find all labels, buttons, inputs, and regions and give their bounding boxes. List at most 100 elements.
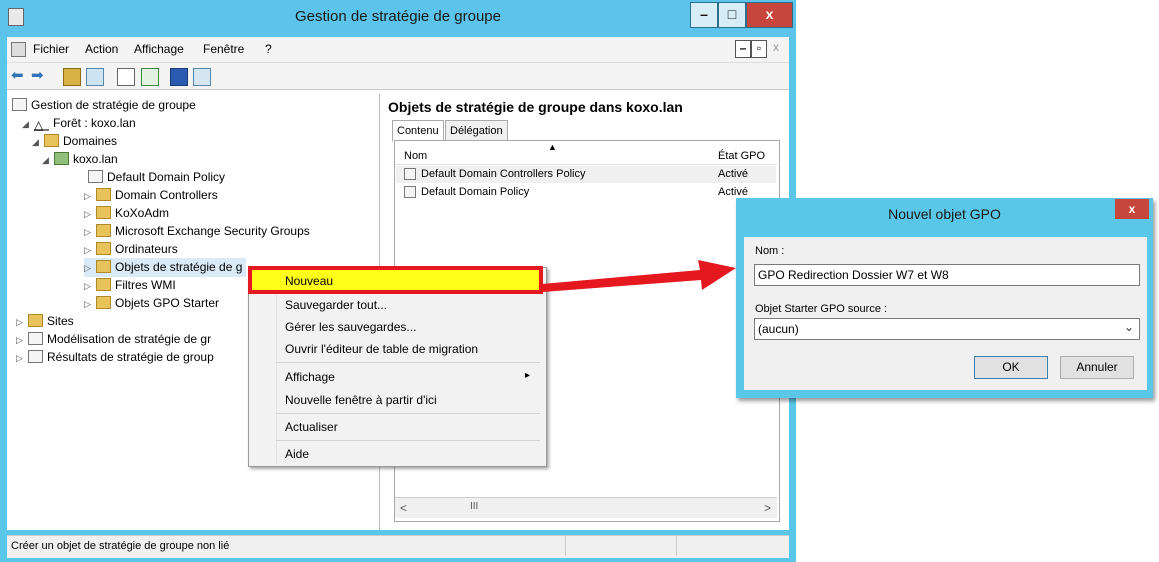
- menu-fichier[interactable]: Fichier: [33, 42, 69, 56]
- ou-folder-icon: [96, 224, 111, 237]
- gpo-icon: [404, 167, 416, 180]
- cancel-button[interactable]: Annuler: [1060, 356, 1134, 379]
- name-label: Nom :: [755, 245, 785, 257]
- expand-icon[interactable]: ▷: [84, 277, 96, 295]
- dialog-close-button[interactable]: x: [1115, 199, 1149, 219]
- tree-item-selected[interactable]: ▷ Objets de stratégie de g: [84, 258, 247, 277]
- tree-root[interactable]: Gestion de stratégie de groupe: [12, 96, 196, 114]
- scroll-right-button[interactable]: >: [764, 501, 771, 515]
- menu-action[interactable]: Action: [85, 42, 118, 56]
- forward-icon[interactable]: ➡: [31, 66, 44, 84]
- gpmc-icon: [12, 98, 27, 111]
- menu-fenetre[interactable]: Fenêtre: [203, 42, 244, 56]
- expand-icon[interactable]: ▷: [84, 259, 96, 277]
- close-button[interactable]: x: [746, 2, 793, 28]
- tab-delegation[interactable]: Délégation: [445, 120, 508, 142]
- tree-root-label: Gestion de stratégie de groupe: [31, 98, 196, 112]
- horizontal-scrollbar[interactable]: [395, 497, 777, 518]
- domains-icon: [44, 134, 59, 147]
- maximize-button[interactable]: □: [718, 2, 746, 28]
- tree-results-label: Résultats de stratégie de group: [47, 350, 214, 364]
- menu-affichage[interactable]: Affichage: [134, 42, 184, 56]
- expand-icon[interactable]: ▷: [84, 223, 96, 241]
- properties-icon[interactable]: [117, 68, 135, 86]
- tab-contenu[interactable]: Contenu: [392, 120, 444, 142]
- tree-item[interactable]: ▷ KoXoAdm: [84, 204, 169, 223]
- chevron-down-icon[interactable]: ⌄: [1124, 320, 1134, 334]
- tree-forest[interactable]: ◢ △ Forêt : koxo.lan: [22, 114, 136, 133]
- menu-item-sauvegarder-tout[interactable]: Sauvegarder tout...: [285, 298, 387, 312]
- gpo-name-input[interactable]: GPO Redirection Dossier W7 et W8: [754, 264, 1140, 286]
- scroll-left-button[interactable]: <: [400, 501, 407, 515]
- tree-item-label: Filtres WMI: [115, 278, 176, 292]
- menu-item-gerer-sauvegardes[interactable]: Gérer les sauvegardes...: [285, 320, 416, 334]
- mdi-minimize-button[interactable]: –: [735, 40, 751, 58]
- menu-item-aide[interactable]: Aide: [285, 447, 309, 461]
- pane-title: Objets de stratégie de groupe dans koxo.…: [388, 99, 683, 115]
- show-tree-icon[interactable]: [86, 68, 104, 86]
- row-gpo-name: Default Domain Controllers Policy: [421, 168, 586, 180]
- modeling-icon: [28, 332, 43, 345]
- scroll-thumb[interactable]: III: [470, 501, 478, 512]
- tree-item-label: Ordinateurs: [115, 242, 178, 256]
- collapse-icon[interactable]: ◢: [22, 115, 34, 133]
- starter-gpo-icon: [96, 296, 111, 309]
- expand-icon[interactable]: ▷: [84, 295, 96, 313]
- refresh-icon[interactable]: [141, 68, 159, 86]
- gpo-link-icon: [88, 170, 103, 183]
- menu-item-nouvelle-fenetre[interactable]: Nouvelle fenêtre à partir d'ici: [285, 393, 437, 407]
- tree-domains-label: Domaines: [63, 134, 118, 148]
- menu-item-nouveau[interactable]: Nouveau: [285, 274, 333, 288]
- menu-gutter: [276, 268, 277, 464]
- ok-button[interactable]: OK: [974, 356, 1048, 379]
- expand-icon[interactable]: ▷: [84, 241, 96, 259]
- tree-item-label: Objets de stratégie de g: [115, 260, 243, 274]
- results-icon: [28, 350, 43, 363]
- sites-icon: [28, 314, 43, 327]
- minimize-button[interactable]: –: [690, 2, 718, 28]
- mdi-close-button[interactable]: x: [769, 40, 783, 56]
- menu-separator: [276, 440, 540, 441]
- column-etat-gpo[interactable]: État GPO: [718, 150, 765, 162]
- expand-icon[interactable]: ▷: [84, 205, 96, 223]
- row-gpo-state: Activé: [718, 186, 748, 198]
- context-menu: [248, 267, 547, 467]
- tree-item[interactable]: ▷ Ordinateurs: [84, 240, 178, 259]
- submenu-arrow-icon: ▸: [525, 370, 531, 381]
- sort-asc-icon: ▲: [548, 142, 557, 152]
- tree-item[interactable]: ▷ Domain Controllers: [84, 186, 218, 205]
- tree-domain-label: koxo.lan: [73, 152, 118, 166]
- tree-domains[interactable]: ◢ Domaines: [32, 132, 117, 151]
- help-icon[interactable]: [170, 68, 188, 86]
- tree-item-label: Microsoft Exchange Security Groups: [115, 224, 310, 238]
- tree-results[interactable]: ▷ Résultats de stratégie de group: [16, 348, 214, 367]
- tree-item[interactable]: ▷ Filtres WMI: [84, 276, 176, 295]
- tree-modeling[interactable]: ▷ Modélisation de stratégie de gr: [16, 330, 211, 349]
- expand-icon[interactable]: ▷: [84, 187, 96, 205]
- collapse-icon[interactable]: ◢: [42, 151, 54, 169]
- menu-item-affichage[interactable]: Affichage: [285, 370, 335, 384]
- mdi-restore-button[interactable]: ▫: [751, 40, 767, 58]
- menu-item-editeur-migration[interactable]: Ouvrir l'éditeur de table de migration: [285, 342, 478, 356]
- row-gpo-state: Activé: [718, 168, 748, 180]
- tree-item[interactable]: Default Domain Policy: [88, 168, 225, 186]
- tree-sites[interactable]: ▷ Sites: [16, 312, 74, 331]
- menu-item-actualiser[interactable]: Actualiser: [285, 420, 338, 434]
- tree-item[interactable]: ▷ Objets GPO Starter: [84, 294, 219, 313]
- expand-icon[interactable]: ▷: [16, 349, 28, 367]
- menu-help[interactable]: ?: [265, 42, 272, 56]
- up-folder-icon[interactable]: [63, 68, 81, 86]
- collapse-icon[interactable]: ◢: [32, 133, 44, 151]
- expand-icon[interactable]: ▷: [16, 331, 28, 349]
- ou-folder-icon: [96, 188, 111, 201]
- dialog-title: Nouvel objet GPO: [888, 206, 1001, 222]
- tree-domain[interactable]: ◢ koxo.lan: [42, 150, 118, 169]
- tree-item[interactable]: ▷ Microsoft Exchange Security Groups: [84, 222, 310, 241]
- status-divider: [565, 536, 566, 556]
- starter-gpo-select[interactable]: (aucun): [754, 318, 1140, 340]
- console-icon[interactable]: [11, 42, 26, 57]
- column-nom[interactable]: Nom: [404, 150, 427, 162]
- action-pane-icon[interactable]: [193, 68, 211, 86]
- expand-icon[interactable]: ▷: [16, 313, 28, 331]
- back-icon[interactable]: ⬅: [11, 66, 24, 84]
